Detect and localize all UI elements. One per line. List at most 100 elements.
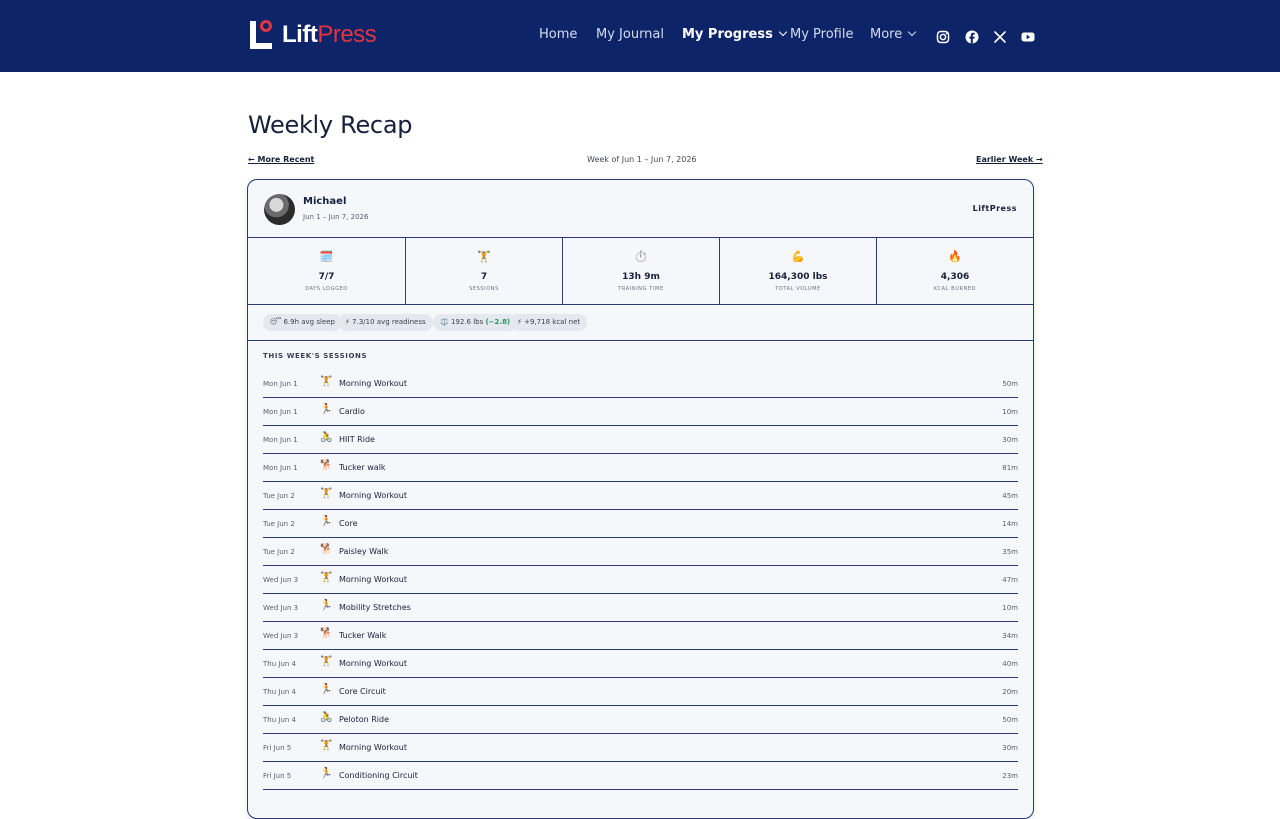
session-row[interactable]: Mon Jun 1 🏋️ Morning Workout 50m [263,370,1018,398]
session-name: Mobility Stretches [339,603,411,612]
session-row[interactable]: Fri Jun 5 🏋️ Morning Workout 30m [263,734,1018,762]
stat-sessions: 🏋️ 7 SESSIONS [405,238,562,305]
stat-label: TRAINING TIME [618,286,664,292]
chip-weight-value: ⚖️ 192.6 lbs [440,318,486,326]
stat-days-logged: 🗓️ 7/7 DAYS LOGGED [248,238,405,305]
session-duration: 50m [1002,716,1018,724]
session-duration: 81m [1002,464,1018,472]
session-activity-icon: 🏋️ [320,572,333,583]
session-name: Conditioning Circuit [339,771,418,780]
session-row[interactable]: Mon Jun 1 🏃 Cardio 10m [263,398,1018,426]
session-activity-icon: 🏃 [320,684,333,695]
session-activity-icon: 🏋️ [320,740,333,751]
chevron-down-icon [778,27,788,37]
site-header: LiftPress Home My Journal My Progress My… [0,0,1280,72]
brand-name-part2: Press [317,21,377,48]
session-day: Fri Jun 5 [263,744,292,752]
session-day: Mon Jun 1 [263,408,298,416]
session-name: Cardio [339,407,365,416]
session-activity-icon: 🏋️ [320,376,333,387]
nav-item-home[interactable]: Home [539,27,577,42]
session-duration: 35m [1002,548,1018,556]
session-row[interactable]: Thu Jun 4 🏋️ Morning Workout 40m [263,650,1018,678]
facebook-icon[interactable] [965,29,979,44]
session-name: Morning Workout [339,743,408,752]
stopwatch-icon: ⏱️ [634,250,648,263]
session-duration: 20m [1002,688,1018,696]
session-activity-icon: 🏃 [320,600,333,611]
stat-value: 4,306 [940,272,970,282]
instagram-icon[interactable] [936,29,950,44]
youtube-icon[interactable] [1021,29,1035,43]
session-activity-icon: 🐕 [320,460,333,471]
session-day: Tue Jun 2 [263,548,295,556]
stat-value: 7 [480,272,488,282]
chip-avg-sleep: 😴 6.9h avg sleep [263,314,342,331]
session-row[interactable]: Thu Jun 4 🏃 Core Circuit 20m [263,678,1018,706]
stat-value: 164,300 lbs [768,272,828,282]
more-recent-link[interactable]: ← More Recent [248,155,314,164]
session-day: Tue Jun 2 [263,520,295,528]
nav-item-more[interactable]: More [870,27,917,42]
session-name: HIIT Ride [339,435,375,444]
session-duration: 30m [1002,744,1018,752]
session-name: Morning Workout [339,575,408,584]
chip-avg-readiness: ⚡ 7.3/10 avg readiness [338,314,433,331]
user-date-range: Jun 1 – Jun 7, 2026 [303,213,369,221]
session-row[interactable]: Tue Jun 2 🐕 Paisley Walk 35m [263,538,1018,566]
session-name: Core Circuit [339,687,386,696]
session-name: Morning Workout [339,379,408,388]
chip-weight: ⚖️ 192.6 lbs (−2.8) [433,314,518,331]
logo-mark-icon [248,19,274,51]
brand-name-part1: Lift [282,21,318,48]
session-name: Morning Workout [339,659,408,668]
session-activity-icon: 🚴 [320,432,333,443]
calendar-icon: 🗓️ [319,250,334,263]
session-day: Mon Jun 1 [263,436,298,444]
session-day: Fri Jun 5 [263,772,292,780]
session-list: Mon Jun 1 🏋️ Morning Workout 50m Mon Jun 1 🏃 C… [263,370,1018,790]
stat-label: DAYS LOGGED [305,286,348,292]
session-row[interactable]: Mon Jun 1 🚴 HIIT Ride 30m [263,426,1018,454]
brand-logo[interactable]: LiftPress [248,19,377,51]
nav-item-my-journal[interactable]: My Journal [596,27,664,42]
stat-value: 7/7 [318,272,335,282]
session-duration: 10m [1002,604,1018,612]
session-duration: 47m [1002,576,1018,584]
session-activity-icon: 🏃 [320,404,333,415]
session-row[interactable]: Mon Jun 1 🐕 Tucker walk 81m [263,454,1018,482]
session-name: Tucker Walk [339,631,387,640]
session-row[interactable]: Wed Jun 3 🐕 Tucker Walk 34m [263,622,1018,650]
session-day: Thu Jun 4 [263,688,296,696]
avatar [264,194,295,225]
session-row[interactable]: Fri Jun 5 🏃 Conditioning Circuit 23m [263,762,1018,790]
earlier-week-link[interactable]: Earlier Week → [976,155,1043,164]
nav-item-my-profile[interactable]: My Profile [790,27,853,42]
session-row[interactable]: Thu Jun 4 🚴 Peloton Ride 50m [263,706,1018,734]
x-icon[interactable] [993,29,1007,43]
stat-label: SESSIONS [469,286,499,292]
stats-row: 🗓️ 7/7 DAYS LOGGED 🏋️ 7 SESSIONS ⏱️ 13h … [248,238,1033,305]
session-row[interactable]: Wed Jun 3 🏋️ Morning Workout 47m [263,566,1018,594]
session-row[interactable]: Tue Jun 2 🏋️ Morning Workout 45m [263,482,1018,510]
stat-training-time: ⏱️ 13h 9m TRAINING TIME [562,238,719,305]
summary-chips: 😴 6.9h avg sleep ⚡ 7.3/10 avg readiness … [248,305,1033,341]
session-row[interactable]: Wed Jun 3 🏃 Mobility Stretches 10m [263,594,1018,622]
nav-item-my-progress-label: My Progress [682,27,773,42]
stat-label: KCAL BURNED [933,286,977,292]
session-activity-icon: 🐕 [320,628,333,639]
session-duration: 40m [1002,660,1018,668]
session-activity-icon: 🚴 [320,712,333,723]
session-duration: 45m [1002,492,1018,500]
session-duration: 30m [1002,436,1018,444]
brand-name: LiftPress [282,21,377,49]
fire-icon: 🔥 [948,250,962,263]
session-row[interactable]: Tue Jun 2 🏃 Core 14m [263,510,1018,538]
nav-item-my-progress[interactable]: My Progress [682,27,788,42]
session-day: Wed Jun 3 [263,604,299,612]
card-header: Michael Jun 1 – Jun 7, 2026 LiftPress [248,180,1033,238]
session-activity-icon: 🐕 [320,544,333,555]
weightlifter-icon: 🏋️ [477,250,491,263]
session-name: Tucker walk [339,463,386,472]
session-day: Wed Jun 3 [263,632,299,640]
